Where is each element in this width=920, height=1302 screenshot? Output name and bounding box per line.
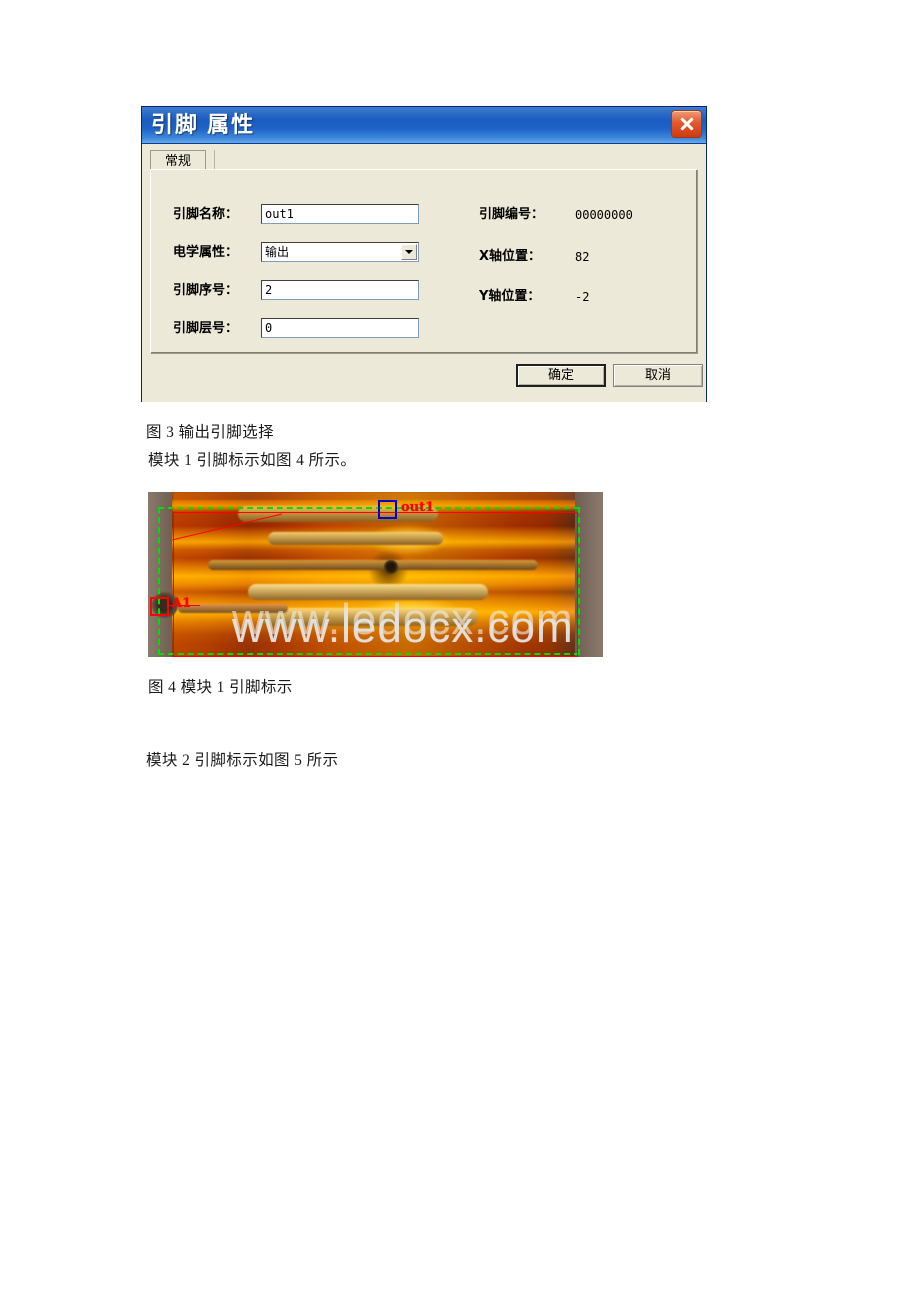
pin-layer-input[interactable]: 0 — [261, 318, 419, 338]
field-pin-index: 引脚序号： 2 — [173, 280, 453, 302]
pin-number-value: 00000000 — [575, 208, 633, 222]
leader-line — [171, 513, 283, 541]
tab-general[interactable]: 常规 — [150, 150, 207, 170]
tab-strip-filler — [214, 150, 698, 170]
dialog-body: 常规 引脚名称： out1 电学属性： 输出 引脚序号： 2 引脚层号： 0 引… — [142, 144, 706, 402]
tab-panel-general: 引脚名称： out1 电学属性： 输出 引脚序号： 2 引脚层号： 0 引脚编号… — [150, 169, 698, 354]
x-position-value: 82 — [575, 250, 590, 264]
ok-button[interactable]: 确定 — [516, 364, 606, 387]
field-pin-name: 引脚名称： out1 — [173, 204, 453, 226]
x-position-label: X轴位置： — [479, 249, 542, 264]
close-icon[interactable] — [671, 110, 702, 138]
y-position-label: Y轴位置： — [479, 289, 541, 304]
figure-3-caption: 图 3 输出引脚选择 — [146, 424, 275, 441]
cancel-button[interactable]: 取消 — [613, 364, 703, 387]
origin-marker-a1-label: A1 — [172, 596, 192, 611]
pin-name-label: 引脚名称： — [173, 207, 239, 222]
paragraph-module-1: 模块 1 引脚标示如图 4 所示。 — [148, 452, 357, 469]
electrical-property-value: 输出 — [265, 245, 290, 259]
electrical-property-label: 电学属性： — [173, 245, 239, 260]
pin-name-input[interactable]: out1 — [261, 204, 419, 224]
y-position-value: -2 — [575, 290, 590, 304]
pin-properties-dialog: 引脚 属性 常规 引脚名称： out1 电学属性： 输出 引脚序号： 2 引脚层… — [141, 106, 707, 402]
pin-index-label: 引脚序号： — [173, 283, 239, 298]
electrical-property-select[interactable]: 输出 — [261, 242, 419, 262]
pin-marker-out1-label: out1 — [401, 500, 435, 515]
dialog-title: 引脚 属性 — [151, 112, 256, 137]
tab-strip: 常规 — [150, 150, 698, 170]
origin-marker-a1 — [150, 597, 169, 616]
field-pin-layer: 引脚层号： 0 — [173, 318, 453, 340]
pin-marker-out1 — [378, 500, 397, 519]
pin-number-label: 引脚编号： — [479, 207, 545, 222]
figure-4-caption: 图 4 模块 1 引脚标示 — [148, 679, 293, 696]
figure-4-image: www.ledocx.com out1 A1 — [148, 492, 603, 657]
paragraph-module-2: 模块 2 引脚标示如图 5 所示 — [146, 752, 339, 769]
chevron-down-icon[interactable] — [401, 244, 417, 260]
pin-index-input[interactable]: 2 — [261, 280, 419, 300]
dialog-titlebar: 引脚 属性 — [142, 107, 706, 144]
pin-layer-label: 引脚层号： — [173, 321, 239, 336]
field-electrical-property: 电学属性： 输出 — [173, 242, 453, 264]
dialog-button-row: 确定 取消 — [142, 358, 706, 398]
